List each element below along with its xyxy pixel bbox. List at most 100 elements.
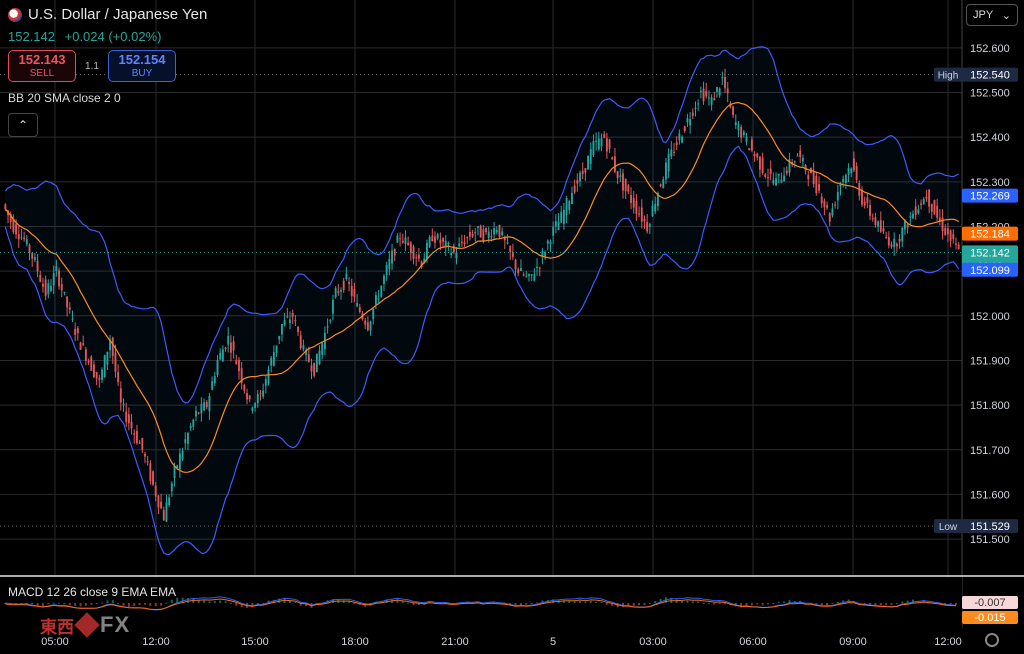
x-tick-label: 18:00 xyxy=(341,636,369,648)
macd-histogram-bar xyxy=(127,603,130,607)
last-price: 152.142 xyxy=(8,29,55,44)
macd-histogram-bar xyxy=(750,603,753,606)
macd-histogram-bar xyxy=(348,601,351,603)
sell-button[interactable]: 152.143 SELL xyxy=(8,50,76,82)
macd-histogram-bar xyxy=(675,599,678,603)
macd-histogram-bar xyxy=(117,602,120,604)
buy-label: BUY xyxy=(131,68,153,79)
macd-histogram-bar xyxy=(149,603,152,606)
buy-button[interactable]: 152.154 BUY xyxy=(108,50,176,82)
macd-histogram-bar xyxy=(568,601,571,603)
macd-histogram-bar xyxy=(90,603,93,605)
gear-icon[interactable] xyxy=(985,633,999,647)
high-tag: 152.540 xyxy=(970,70,1010,82)
currency-value: JPY xyxy=(973,9,994,21)
macd-histogram-bar xyxy=(584,601,587,603)
macd-histogram-bar xyxy=(573,601,576,603)
macd-histogram-bar xyxy=(901,601,904,603)
macd-histogram-bar xyxy=(47,603,50,605)
macd-histogram-bar xyxy=(836,601,839,603)
x-tick-label: 5 xyxy=(550,636,556,648)
macd-histogram-bar xyxy=(589,600,592,603)
macd-histogram-bar xyxy=(783,601,786,603)
macd-histogram-bar xyxy=(170,599,173,603)
y-tick-label: 151.600 xyxy=(970,489,1010,501)
macd-histogram-bar xyxy=(686,600,689,603)
y-tick-label: 152.300 xyxy=(970,177,1010,189)
macd-histogram-bar xyxy=(213,601,216,603)
macd-histogram-bar xyxy=(595,601,598,603)
low-label: Low xyxy=(939,522,958,533)
logo-cn-text: 東西 xyxy=(40,617,74,637)
macd-histogram-bar xyxy=(160,603,163,606)
high-label: High xyxy=(938,71,959,82)
macd-histogram-bar xyxy=(407,602,410,604)
macd-histogram-bar xyxy=(761,603,764,606)
macd-histogram-bar xyxy=(203,600,206,603)
macd-histogram-bar xyxy=(111,600,114,603)
macd-histogram-bar xyxy=(95,603,98,605)
macd-histogram-bar xyxy=(63,603,66,604)
macd-histogram-bar xyxy=(165,602,168,604)
spread-value: 1.1 xyxy=(85,60,99,72)
logo-fx-text: FX xyxy=(100,612,131,637)
sell-price: 152.143 xyxy=(18,52,66,67)
macd-histogram-bar xyxy=(831,603,834,605)
macd-histogram-bar xyxy=(579,600,582,603)
macd-histogram-bar xyxy=(777,601,780,603)
macd-histogram-bar xyxy=(707,603,710,604)
macd-signal-tag: -0.015 xyxy=(974,612,1005,624)
bb-lower-tag: 152.099 xyxy=(970,265,1010,277)
y-tick-label: 152.500 xyxy=(970,88,1010,100)
symbol-title: U.S. Dollar / Japanese Yen xyxy=(28,6,208,23)
sell-label: SELL xyxy=(29,68,55,79)
macd-value-tag: -0.007 xyxy=(974,597,1005,609)
macd-histogram-bar xyxy=(219,600,222,603)
macd-histogram-bar xyxy=(138,603,141,606)
macd-histogram-bar xyxy=(31,603,34,605)
macd-histogram-bar xyxy=(605,603,608,605)
chevron-up-icon: ⌃ xyxy=(17,118,29,132)
macd-histogram-bar xyxy=(702,603,705,604)
macd-histogram-bar xyxy=(143,603,146,605)
macd-histogram-bar xyxy=(68,603,71,605)
macd-histogram-bar xyxy=(600,601,603,603)
macd-histogram-bar xyxy=(74,603,77,606)
macd-histogram-bar xyxy=(713,603,716,605)
trade-buttons: 152.143 SELL 1.1 152.154 BUY xyxy=(8,50,176,82)
macd-histogram-bar xyxy=(654,601,657,603)
macd-histogram-bar xyxy=(906,600,909,603)
macd-histogram-bar xyxy=(890,603,893,605)
macd-histogram-bar xyxy=(101,602,104,604)
macd-histogram-bar xyxy=(235,603,238,606)
macd-histogram-bar xyxy=(52,602,55,604)
y-tick-label: 152.400 xyxy=(970,132,1010,144)
broker-logo: 東西 FX xyxy=(40,612,130,638)
macd-histogram-bar xyxy=(401,601,404,603)
macd-histogram-bar xyxy=(186,598,189,603)
y-tick-label: 152.600 xyxy=(970,43,1010,55)
macd-histogram-bar xyxy=(681,600,684,603)
x-tick-label: 21:00 xyxy=(441,636,469,648)
currency-select[interactable]: JPY ⌄ xyxy=(966,4,1018,26)
low-tag: 151.529 xyxy=(970,521,1010,533)
macd-histogram-bar xyxy=(525,603,528,605)
y-tick-label: 151.500 xyxy=(970,534,1010,546)
y-tick-label: 151.900 xyxy=(970,355,1010,367)
price-chart[interactable]: 152.600152.500152.400152.300152.200152.1… xyxy=(0,0,1024,654)
macd-histogram-bar xyxy=(643,603,646,606)
macd-histogram-bar xyxy=(84,603,87,606)
x-tick-label: 09:00 xyxy=(839,636,867,648)
macd-histogram-bar xyxy=(154,603,157,607)
y-tick-label: 151.700 xyxy=(970,445,1010,457)
bb-indicator-label[interactable]: BB 20 SMA close 2 0 xyxy=(8,91,121,105)
chevron-down-icon: ⌄ xyxy=(1001,9,1011,22)
macd-histogram-bar xyxy=(885,603,888,605)
collapse-indicators-button[interactable]: ⌃ xyxy=(8,113,38,137)
macd-histogram-bar xyxy=(895,603,898,604)
macd-histogram-bar xyxy=(133,603,136,606)
macd-indicator-label[interactable]: MACD 12 26 close 9 EMA EMA xyxy=(8,585,176,599)
macd-histogram-bar xyxy=(294,601,297,603)
macd-histogram-bar xyxy=(632,603,635,606)
price-change-line: 152.142 +0.024 (+0.02%) xyxy=(8,29,162,44)
